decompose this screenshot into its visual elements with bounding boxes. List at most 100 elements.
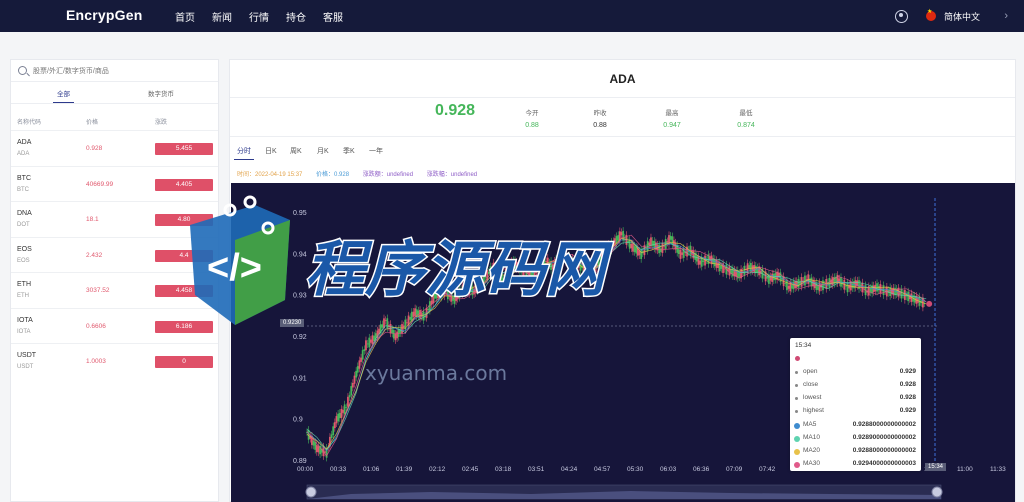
market-row-dna[interactable]: DNA DOT 18.1 4.80: [11, 201, 218, 237]
candle-body: [432, 294, 435, 304]
x-tick-label: 04:57: [594, 466, 611, 473]
candle-body: [414, 308, 417, 317]
x-tick-label: 01:06: [363, 466, 380, 473]
row-symbol: BTC: [17, 174, 31, 182]
market-list-panel: 全部 数字货币 名称代码 价格 涨跌 ADA ADA 0.928 5.455 B…: [10, 59, 219, 502]
zoom-handle-left: [305, 486, 317, 498]
price-chart[interactable]: 0.95 0.94 0.93 0.92 0.91 0.9 0.89 00:00 00:33 01:…: [231, 183, 1015, 502]
market-row-btc[interactable]: BTC BTC 40669.99 4.405: [11, 165, 218, 202]
row-symbol: USDT: [17, 352, 37, 359]
current-point-dot: [926, 300, 933, 307]
nav-positions[interactable]: 持仓: [286, 9, 306, 24]
stat-open: 今开 0.88: [502, 107, 562, 129]
tab-quarterly-k[interactable]: 季K: [343, 146, 355, 156]
candle-body: [659, 248, 662, 252]
candle-body: [397, 328, 400, 337]
candle-body: [333, 422, 336, 429]
symbol-title: ADA: [609, 72, 636, 86]
candle-body: [618, 231, 621, 241]
candle-body: [358, 360, 361, 369]
row-code: ETH: [17, 293, 29, 299]
candle-body: [635, 246, 638, 254]
candle-body: [632, 243, 634, 252]
info-time: 时间：2022-04-19 15:37: [237, 172, 303, 178]
candle-body: [453, 295, 456, 304]
tooltip-row-close: close 0.928: [795, 381, 916, 392]
market-row-iota[interactable]: IOTA IOTA 0.6606 6.186: [11, 307, 218, 344]
candle-body: [338, 412, 341, 419]
market-row-eth[interactable]: ETH ETH 3037.52 4.458: [11, 272, 218, 308]
nav-support[interactable]: 客服: [323, 9, 343, 24]
candle-body: [484, 276, 487, 278]
candle-body: [350, 386, 353, 396]
tab-monthly-k[interactable]: 月K: [317, 146, 329, 156]
candle-body: [766, 276, 769, 279]
tab-all[interactable]: 全部: [53, 88, 74, 103]
candle-body: [728, 266, 731, 276]
candle-body: [717, 262, 720, 268]
candle-body: [437, 290, 439, 299]
tab-intraday[interactable]: 分时: [234, 146, 254, 160]
candle-body: [355, 370, 358, 378]
x-tick-label: 05:30: [627, 466, 644, 473]
nav-news[interactable]: 新闻: [212, 9, 232, 24]
row-change-badge: 5.455: [155, 143, 213, 155]
candle-body: [422, 310, 425, 321]
nav-market[interactable]: 行情: [249, 9, 269, 24]
chevron-right-icon[interactable]: ›: [1004, 10, 1008, 22]
nav-home[interactable]: 首页: [175, 9, 195, 24]
row-price: 0.928: [86, 145, 103, 152]
candle-body: [330, 434, 333, 438]
x-tick-label: 06:03: [660, 466, 677, 473]
quote-detail-panel: ADA 0.928 今开 0.88 昨收 0.88 最高 0.947 最低 0.…: [229, 59, 1016, 502]
tab-crypto[interactable]: 数字货币: [148, 88, 174, 98]
site-logo[interactable]: EncrypGen: [66, 7, 143, 23]
candle-body: [845, 285, 847, 287]
candle-body: [353, 375, 356, 384]
row-code: ADA: [17, 151, 30, 157]
market-row-ada[interactable]: ADA ADA 0.928 5.455: [11, 130, 218, 166]
candle-body: [569, 259, 572, 264]
candle-body: [551, 264, 554, 270]
candle-body: [343, 404, 346, 415]
row-price: 3037.52: [86, 287, 110, 294]
candle-body: [605, 249, 608, 251]
candle-body: [406, 322, 408, 324]
candle-body: [363, 349, 366, 352]
row-price: 0.6606: [86, 322, 106, 330]
row-symbol: ETH: [17, 281, 31, 288]
candle-body: [317, 446, 320, 453]
candle-body: [366, 343, 369, 345]
market-row-eos[interactable]: EOS EOS 2.432 4.4: [11, 236, 218, 273]
user-icon[interactable]: [894, 9, 908, 23]
search-input[interactable]: [33, 64, 213, 78]
candle-body: [869, 287, 872, 293]
candle-body: [609, 245, 611, 250]
candle-body: [396, 331, 398, 339]
current-price: 0.928: [435, 102, 476, 119]
stat-value: 0.88: [525, 122, 539, 129]
candle-body: [900, 288, 903, 299]
divider: [230, 136, 1015, 137]
candle-body: [494, 265, 497, 273]
candle-body: [600, 249, 603, 260]
candle-body: [345, 407, 348, 408]
candle-body: [427, 308, 430, 311]
y-tick-label: 0.89: [293, 458, 307, 465]
candle-body: [361, 350, 364, 360]
candle-body: [592, 267, 595, 276]
candle-body: [541, 257, 544, 260]
column-header-change: 涨跌: [155, 120, 168, 126]
zoom-handle-right: [931, 486, 943, 498]
tab-daily-k[interactable]: 日K: [265, 146, 277, 156]
tab-yearly[interactable]: 一年: [369, 146, 383, 156]
row-change-badge: 4.458: [155, 285, 213, 297]
market-row-usdt[interactable]: USDT USDT 1.0003 0: [11, 343, 218, 379]
candle-body: [356, 366, 359, 373]
hover-info-line: 时间：2022-04-19 15:37 价格：0.928 涨跌额：undefin…: [237, 169, 489, 178]
tooltip-row-ma30: MA30 0.9294000000000003: [794, 460, 916, 471]
language-selector[interactable]: 简体中文: [944, 10, 980, 23]
tab-weekly-k[interactable]: 周K: [290, 146, 302, 156]
candle-body: [602, 252, 605, 254]
candle-body: [633, 245, 636, 253]
